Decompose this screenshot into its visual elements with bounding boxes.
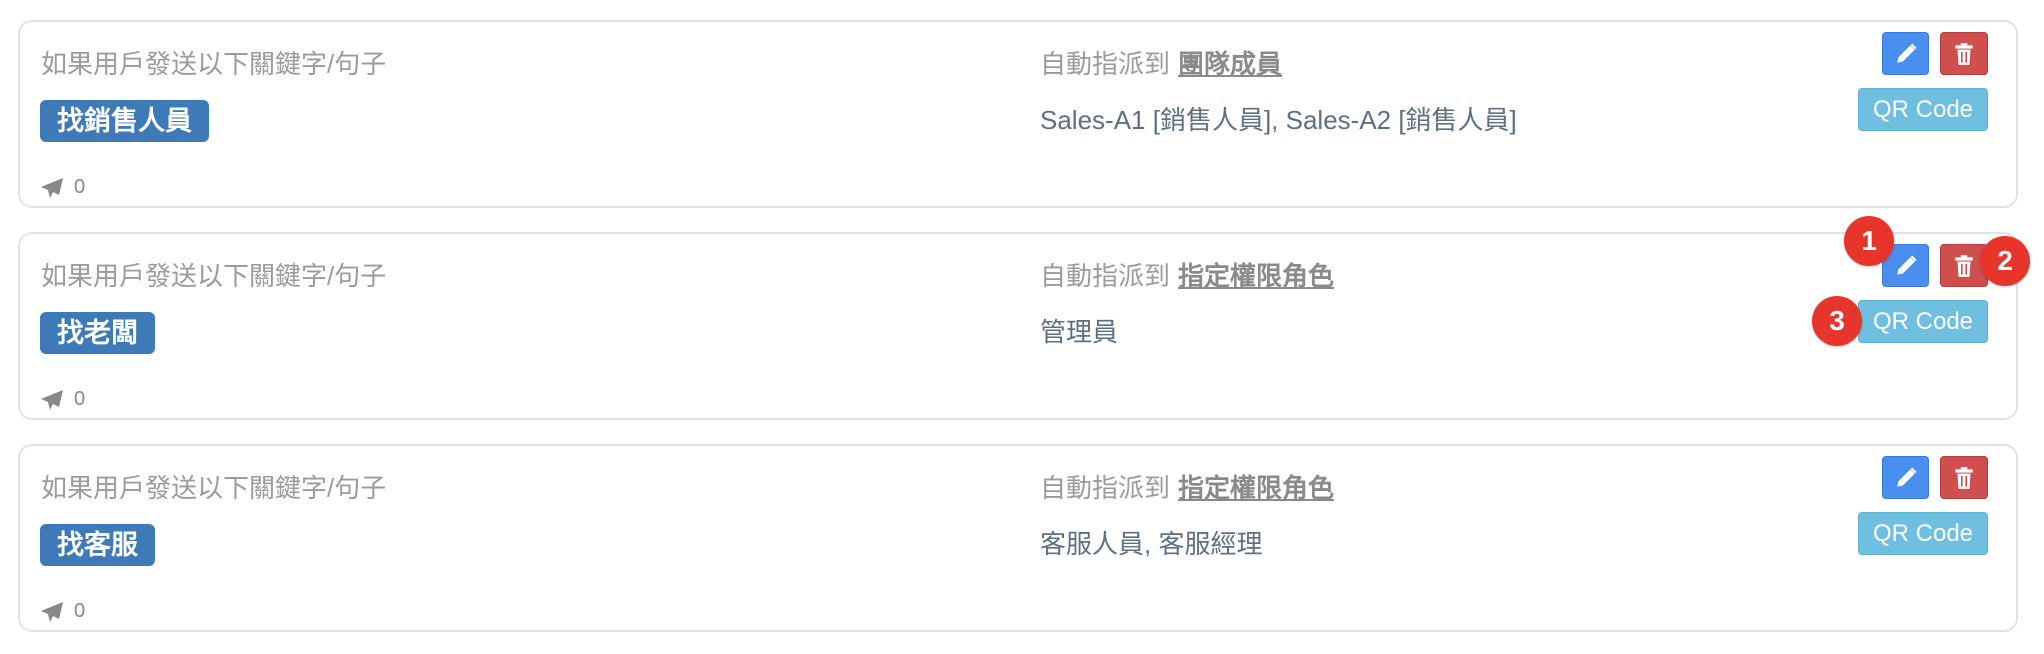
trash-icon <box>1955 254 1973 277</box>
paper-plane-icon <box>41 389 63 410</box>
sent-count-value: 0 <box>74 176 86 198</box>
assign-label: 自動指派到 指定權限角色 <box>1040 256 1334 293</box>
callout-marker-2: 2 <box>1980 236 2030 286</box>
sent-count: 0 <box>40 600 85 623</box>
keyword-badge: 找客服 <box>40 524 155 566</box>
delete-button[interactable] <box>1940 32 1988 75</box>
condition-label: 如果用戶發送以下關鍵字/句子 <box>41 261 387 291</box>
assign-label: 自動指派到 指定權限角色 <box>1040 468 1334 505</box>
assignee-list: Sales-A1 [銷售人員], Sales-A2 [銷售人員] <box>1040 105 1517 135</box>
qr-code-button[interactable]: QR Code <box>1858 300 1988 343</box>
keyword-badge: 找老闆 <box>40 312 155 354</box>
edit-button[interactable] <box>1882 32 1929 75</box>
pencil-icon <box>1896 254 1917 275</box>
callout-marker-1: 1 <box>1844 216 1894 266</box>
paper-plane-icon <box>41 601 63 622</box>
assign-target-link[interactable]: 團隊成員 <box>1178 49 1282 79</box>
assign-prefix: 自動指派到 <box>1040 473 1171 503</box>
rule-card: 如果用戶發送以下關鍵字/句子 找銷售人員 0 自動指派到 團隊成員 Sales-A… <box>18 20 2018 208</box>
callout-marker-3: 3 <box>1812 296 1862 346</box>
assign-label: 自動指派到 團隊成員 <box>1040 44 1282 81</box>
paper-plane-icon <box>41 177 63 198</box>
assign-target-link[interactable]: 指定權限角色 <box>1178 261 1334 291</box>
qr-code-button[interactable]: QR Code <box>1858 512 1988 555</box>
condition-label: 如果用戶發送以下關鍵字/句子 <box>41 473 387 503</box>
trash-icon <box>1955 42 1973 65</box>
trash-icon <box>1955 466 1973 489</box>
sent-count: 0 <box>40 176 85 199</box>
assignee-list: 管理員 <box>1040 317 1119 347</box>
keyword-badge: 找銷售人員 <box>40 100 209 142</box>
edit-button[interactable] <box>1882 456 1929 499</box>
assignee-list: 客服人員, 客服經理 <box>1040 529 1263 559</box>
rule-card: 如果用戶發送以下關鍵字/句子 找老闆 0 自動指派到 指定權限角色 管理員 QR … <box>18 232 2018 420</box>
condition-label: 如果用戶發送以下關鍵字/句子 <box>41 49 387 79</box>
assign-prefix: 自動指派到 <box>1040 261 1171 291</box>
rule-card: 如果用戶發送以下關鍵字/句子 找客服 0 自動指派到 指定權限角色 客服人員, 客… <box>18 444 2018 632</box>
sent-count-value: 0 <box>74 388 86 410</box>
qr-code-button[interactable]: QR Code <box>1858 88 1988 131</box>
pencil-icon <box>1896 466 1917 487</box>
delete-button[interactable] <box>1940 456 1988 499</box>
pencil-icon <box>1896 42 1917 63</box>
sent-count: 0 <box>40 388 85 411</box>
sent-count-value: 0 <box>74 600 86 622</box>
assign-prefix: 自動指派到 <box>1040 49 1171 79</box>
assign-target-link[interactable]: 指定權限角色 <box>1178 473 1334 503</box>
